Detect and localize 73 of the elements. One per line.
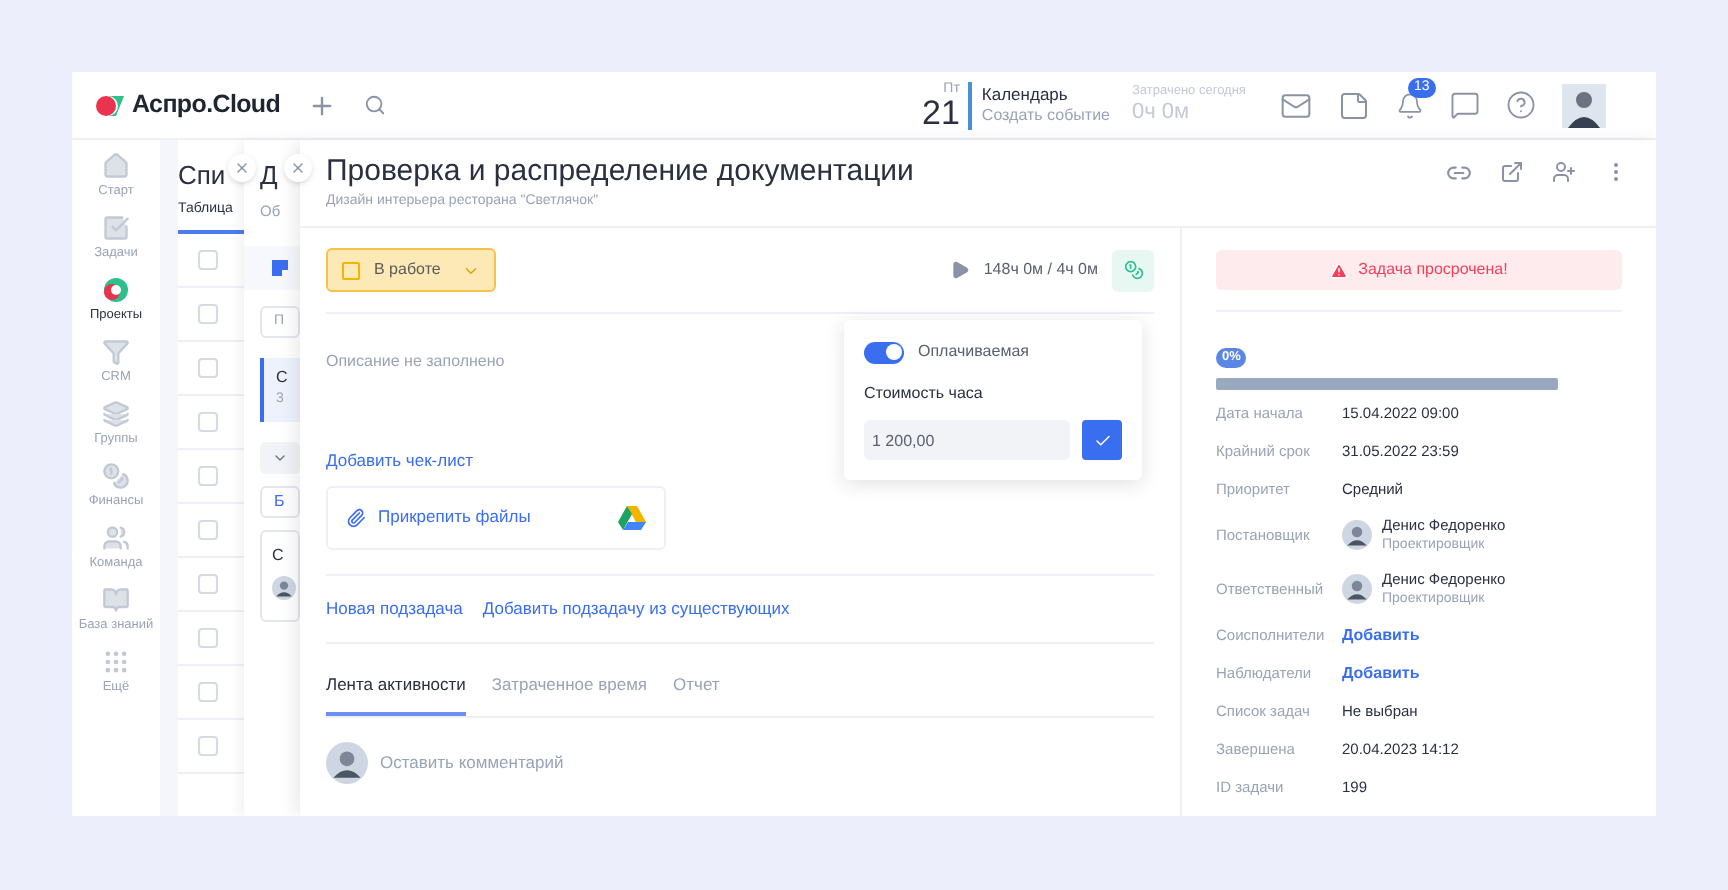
close-button[interactable] — [284, 154, 312, 182]
projects-icon — [102, 276, 130, 304]
commenter-avatar — [326, 741, 368, 783]
subtask-link[interactable]: Добавить подзадачу из существующих — [482, 595, 790, 622]
users-icon — [102, 524, 130, 552]
comment-field[interactable]: Оставить комментарий — [380, 749, 564, 775]
close-icon[interactable] — [290, 160, 306, 176]
grid-icon — [102, 648, 130, 676]
play-icon[interactable] — [949, 260, 970, 280]
activity-tab[interactable]: Лента активности — [326, 671, 466, 715]
avatar — [272, 576, 296, 601]
plus-icon[interactable] — [308, 91, 336, 119]
logo-icon — [96, 95, 124, 115]
billable-label: Оплачиваемая — [918, 340, 1029, 364]
description-placeholder[interactable]: Описание не заполнено — [326, 350, 505, 374]
add-user-icon[interactable] — [1552, 160, 1576, 184]
task-title: Проверка и распределение документации — [326, 152, 916, 192]
create-event-link[interactable]: Создать событие — [981, 105, 1110, 126]
panel-title: Спи — [178, 158, 226, 194]
check-icon[interactable] — [1093, 431, 1111, 449]
spent-today-value: 0ч 0м — [1132, 99, 1192, 127]
logo-text: Аспро.Cloud — [132, 88, 281, 123]
row-checkbox[interactable] — [198, 627, 218, 647]
row-checkbox[interactable] — [198, 519, 218, 539]
row-checkbox[interactable] — [198, 573, 218, 593]
status-dropdown[interactable]: В работе — [326, 248, 496, 292]
checkbox-icon — [102, 214, 130, 242]
row-checkbox[interactable] — [198, 249, 218, 269]
bell-icon[interactable] — [1396, 91, 1424, 119]
person-avatar — [1342, 574, 1372, 604]
rate-input[interactable]: 1 200,00 — [864, 420, 1070, 460]
rate-label: Стоимость часа — [864, 382, 985, 406]
billing-button[interactable] — [1112, 249, 1154, 291]
panel-title: Д — [260, 158, 278, 194]
add-checklist-link[interactable]: Добавить чек-лист — [326, 448, 473, 474]
mail-icon[interactable] — [1280, 89, 1312, 121]
chat-icon[interactable] — [1450, 90, 1480, 120]
close-icon[interactable] — [234, 160, 250, 176]
layers-icon — [102, 400, 130, 428]
row-checkbox[interactable] — [198, 735, 218, 755]
confirm-button[interactable] — [1082, 420, 1122, 460]
overdue-alert: Задача просрочена! — [1216, 250, 1622, 290]
house-icon — [102, 152, 130, 180]
funnel-icon — [102, 338, 130, 366]
coins-icon — [102, 462, 130, 490]
row-checkbox[interactable] — [198, 465, 218, 485]
row-checkbox[interactable] — [198, 411, 218, 431]
row-checkbox[interactable] — [198, 303, 218, 323]
calendar-link[interactable]: Календарь — [981, 84, 1110, 106]
coins-icon[interactable] — [1123, 260, 1143, 280]
day-number: 21 — [922, 95, 960, 129]
notes-icon[interactable] — [1338, 89, 1370, 121]
status-square-icon — [342, 261, 360, 279]
row-checkbox[interactable] — [198, 357, 218, 377]
row-checkbox[interactable] — [198, 681, 218, 701]
activity-tab[interactable]: Затраченное время — [491, 671, 648, 715]
billable-toggle[interactable] — [864, 341, 904, 363]
search-icon[interactable] — [364, 94, 386, 116]
person-avatar — [1342, 520, 1372, 550]
book-icon — [102, 586, 130, 614]
drive-icon[interactable] — [618, 505, 646, 530]
external-link-icon[interactable] — [1500, 160, 1524, 184]
add-link[interactable]: Добавить — [1342, 661, 1420, 685]
user-avatar[interactable] — [1562, 83, 1606, 127]
activity-tab[interactable]: Отчет — [673, 671, 720, 715]
help-icon[interactable] — [1506, 90, 1536, 120]
timer: 148ч 0м / 4ч 0м — [983, 258, 1098, 282]
paperclip-icon[interactable] — [346, 507, 366, 528]
attach-files-box[interactable]: Прикрепить файлы — [326, 485, 666, 550]
add-link[interactable]: Добавить — [1342, 623, 1420, 647]
board-icon — [272, 260, 288, 277]
warning-icon — [1330, 261, 1349, 279]
subtask-link[interactable]: Новая подзадача — [326, 595, 463, 622]
